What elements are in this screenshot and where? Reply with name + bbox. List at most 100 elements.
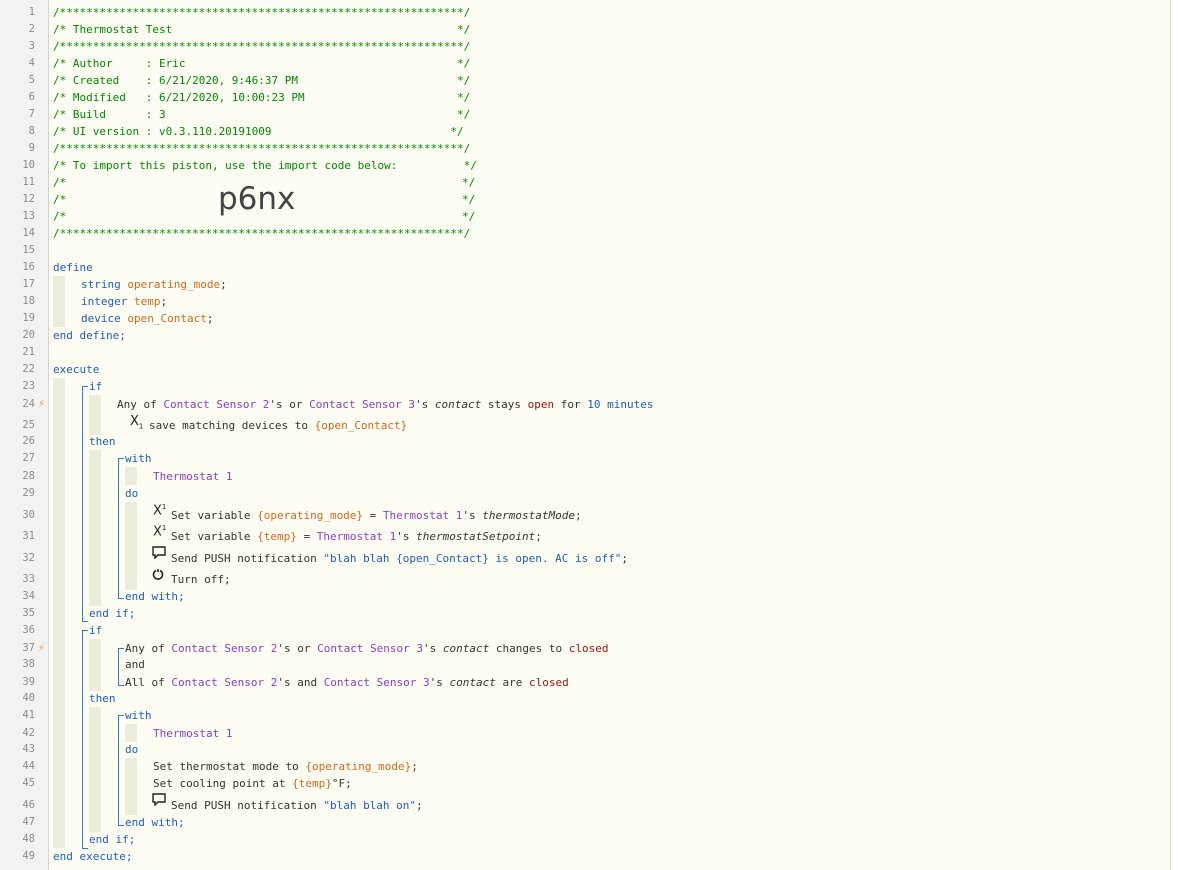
save-matching-devices[interactable]: save matching devices to {open_Contact}	[149, 417, 407, 434]
set-cooling-point-statement[interactable]: Set cooling point at {temp}°F;	[153, 775, 352, 792]
line-number: 1	[28, 6, 35, 18]
created-line: /* Created : 6/21/2020, 9:46:37 PM */	[53, 74, 471, 87]
variable-x-icon: X1	[153, 524, 167, 540]
line-number: 9	[28, 142, 35, 154]
device-thermostat[interactable]: Thermostat 1	[153, 725, 232, 742]
variable-x-icon: X1	[130, 414, 144, 431]
chat-bubble-icon	[152, 546, 166, 562]
line-number: 15	[22, 244, 35, 256]
indent-guide	[89, 395, 101, 435]
comment-open: /*	[53, 176, 67, 189]
line-number: 49	[22, 850, 35, 862]
indent-guide	[125, 724, 137, 742]
push-notification-statement[interactable]: Send PUSH notification "blah blah {open_…	[171, 550, 628, 567]
trigger-condition[interactable]: Any of Contact Sensor 2's or Contact Sen…	[125, 640, 609, 657]
ui-version-line: /* UI version : v0.3.110.20191009 */	[53, 125, 464, 138]
indent-guide	[89, 639, 101, 691]
header-border: /***************************************…	[53, 227, 471, 240]
end-define-keyword: end define;	[53, 329, 126, 342]
line-number: 6	[28, 91, 35, 103]
line-number: 33	[22, 573, 35, 585]
author-line: /* Author : Eric */	[53, 57, 471, 70]
line-number: 3	[28, 40, 35, 52]
if-block-bracket	[82, 386, 88, 622]
line-number: 7	[28, 108, 35, 120]
line-number: 16	[22, 261, 35, 273]
with-block-bracket	[118, 715, 124, 826]
end-with-keyword: end with;	[125, 816, 185, 829]
end-with-keyword: end with;	[125, 590, 185, 603]
header-border: /***************************************…	[53, 6, 471, 19]
line-number: 40	[22, 692, 35, 704]
line-number: 47	[22, 816, 35, 828]
variable-declaration[interactable]: device open_Contact;	[81, 310, 213, 327]
lightning-bolt-icon: ⚡︎	[38, 397, 45, 410]
comment-close: */	[462, 210, 476, 223]
turn-off-statement[interactable]: Turn off;	[171, 571, 231, 588]
then-keyword: then	[89, 435, 116, 448]
line-number: 31	[22, 530, 35, 542]
line-number: 39	[22, 676, 35, 688]
line-number: 38	[22, 658, 35, 670]
line-number: 24	[22, 398, 35, 410]
line-number: 22	[22, 363, 35, 375]
line-number: 36	[22, 624, 35, 636]
line-number: 48	[22, 833, 35, 845]
line-number: 8	[28, 125, 35, 137]
comment-open: /*	[53, 193, 67, 206]
line-number: 4	[28, 57, 35, 69]
set-thermostat-mode-statement[interactable]: Set thermostat mode to {operating_mode};	[153, 758, 418, 775]
set-variable-statement[interactable]: Set variable {temp} = Thermostat 1's the…	[171, 528, 542, 545]
device-thermostat[interactable]: Thermostat 1	[153, 468, 232, 485]
line-number: 23	[22, 380, 35, 392]
line-number: 30	[22, 509, 35, 521]
line-number: 18	[22, 295, 35, 307]
do-keyword: do	[125, 743, 139, 756]
line-number: 32	[22, 552, 35, 564]
push-notification-statement[interactable]: Send PUSH notification "blah blah on";	[171, 797, 423, 814]
line-number: 42	[22, 727, 35, 739]
with-keyword[interactable]: with	[125, 450, 152, 467]
piston-code-view: 1 2 3 4 5 6 7 8 9 10 11 12 13 14 15 16 17 18 19 20 21 22 23 24 2…	[0, 0, 1171, 870]
line-number: 21	[22, 346, 35, 358]
variable-declaration[interactable]: integer temp;	[81, 293, 167, 310]
line-number: 45	[22, 777, 35, 789]
with-block-bracket	[118, 458, 124, 599]
lightning-bolt-icon: ⚡︎	[38, 641, 45, 654]
comment-close: */	[462, 176, 476, 189]
indent-guide	[53, 378, 65, 848]
condition[interactable]: All of Contact Sensor 2's and Contact Se…	[125, 674, 569, 691]
end-if-keyword: end if;	[89, 607, 136, 620]
indent-guide	[53, 276, 65, 327]
if-keyword[interactable]: if	[89, 622, 102, 639]
trigger-condition[interactable]: Any of Contact Sensor 2's or Contact Sen…	[117, 396, 654, 413]
define-keyword: define	[53, 261, 93, 274]
execute-keyword: execute	[53, 363, 100, 376]
line-number: 12	[22, 193, 35, 205]
indent-guide	[125, 502, 137, 590]
indent-guide	[125, 467, 137, 485]
import-instruction: /* To import this piston, use the import…	[53, 159, 477, 172]
header-border: /***************************************…	[53, 142, 471, 155]
indent-guide	[89, 707, 101, 832]
and-operator[interactable]: and	[125, 656, 145, 673]
chat-bubble-icon	[152, 793, 166, 809]
build-line: /* Build : 3 */	[53, 108, 471, 121]
set-variable-statement[interactable]: Set variable {operating_mode} = Thermost…	[171, 507, 582, 524]
line-number: 37	[22, 642, 35, 654]
line-number: 2	[28, 23, 35, 35]
indent-guide	[89, 450, 101, 606]
line-number: 25	[22, 419, 35, 431]
line-number: 20	[22, 329, 35, 341]
line-number: 46	[22, 799, 35, 811]
variable-declaration[interactable]: string operating_mode;	[81, 276, 227, 293]
variable-x-icon: X1	[153, 503, 167, 519]
if-keyword[interactable]: if	[89, 378, 102, 395]
condition-group-bracket	[118, 648, 124, 686]
line-number: 43	[22, 743, 35, 755]
import-code[interactable]: p6nx	[218, 181, 295, 217]
line-number: 27	[22, 452, 35, 464]
with-keyword[interactable]: with	[125, 707, 152, 724]
line-number: 5	[28, 74, 35, 86]
line-number: 28	[22, 470, 35, 482]
